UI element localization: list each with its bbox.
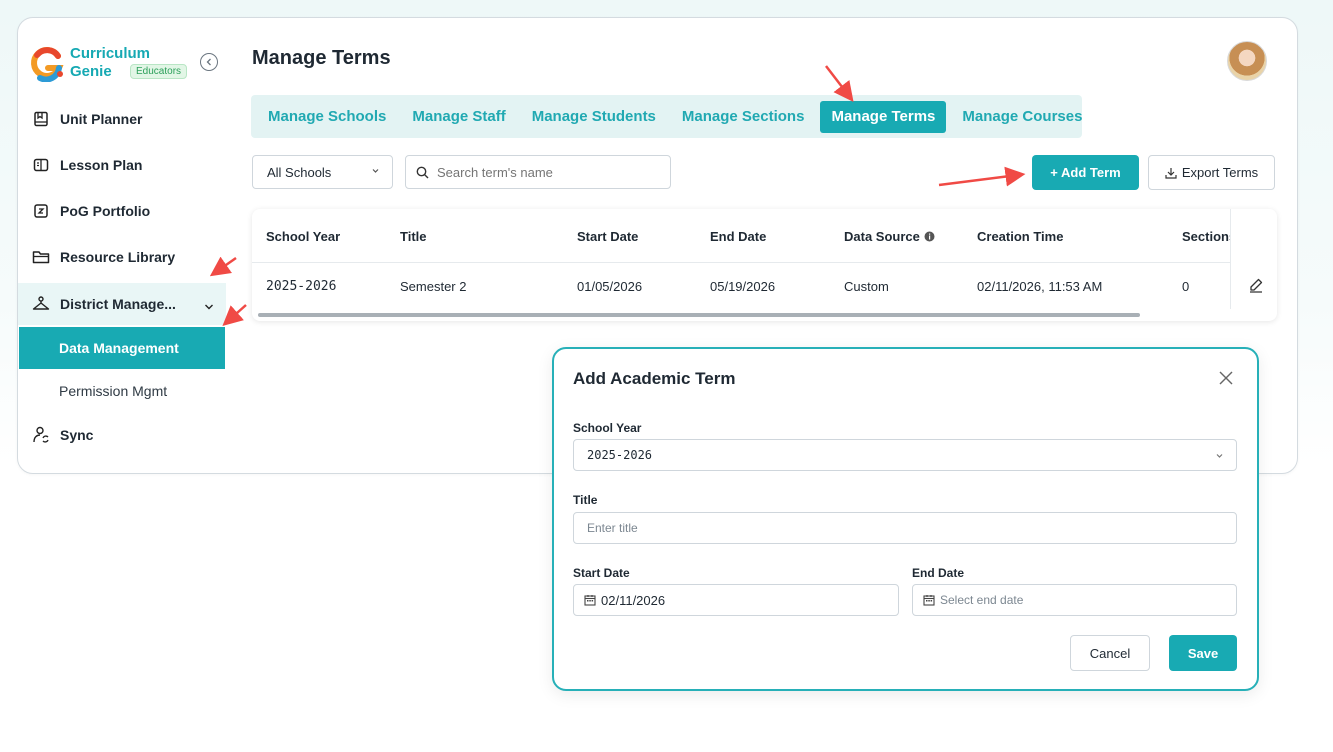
calendar-icon: [584, 594, 596, 606]
tab-manage-sections[interactable]: Manage Sections: [669, 101, 818, 133]
cancel-button[interactable]: Cancel: [1070, 635, 1150, 671]
start-date-label: Start Date: [573, 566, 630, 580]
dialog-title: Add Academic Term: [573, 369, 736, 388]
user-avatar[interactable]: [1227, 41, 1267, 81]
collapse-sidebar-button[interactable]: [200, 53, 218, 71]
column-header: Creation Time: [977, 229, 1064, 244]
close-icon[interactable]: [1218, 370, 1234, 386]
cell-start-date: 01/05/2026: [577, 279, 643, 294]
horizontal-scrollbar[interactable]: [258, 313, 1140, 317]
title-input[interactable]: Enter title: [573, 512, 1237, 544]
folder-icon: [32, 248, 50, 266]
tab-manage-courses[interactable]: Manage Courses: [949, 101, 1095, 133]
end-date-label: End Date: [912, 566, 965, 580]
sidebar-subitem-label: Permission Mgmt: [59, 383, 168, 399]
cell-creation-time: 02/11/2026, 11:53 AM: [977, 279, 1103, 294]
end-date-placeholder: Select end date: [940, 593, 1024, 607]
brand-name-line2: Genie: [70, 63, 112, 80]
sidebar-subitem-data-management[interactable]: Data Management: [19, 327, 225, 369]
cell-school-year: 2025-2026: [266, 279, 337, 294]
add-term-button[interactable]: + Add Term: [1032, 155, 1139, 190]
brand-badge: Educators: [130, 64, 188, 79]
search-input[interactable]: [435, 163, 659, 181]
action-column: [1230, 209, 1277, 309]
cell-title: Semester 2: [400, 279, 467, 294]
column-header: End Date: [710, 229, 767, 244]
sync-user-icon: [32, 426, 50, 444]
start-date-picker[interactable]: 02/11/2026: [573, 584, 899, 616]
sidebar-item-label: PoG Portfolio: [60, 203, 151, 219]
sidebar-subitem-permission-mgmt[interactable]: Permission Mgmt: [19, 370, 225, 412]
sidebar-item-label: Unit Planner: [60, 111, 143, 127]
sidebar-item-resource-library[interactable]: Resource Library: [18, 236, 226, 278]
portfolio-icon: [32, 202, 50, 220]
sidebar-item-district-management[interactable]: District Manage...: [18, 283, 226, 325]
tab-bar: Manage Schools Manage Staff Manage Stude…: [251, 95, 1082, 138]
school-filter-select[interactable]: All Schools: [252, 155, 393, 189]
school-year-value: 2025-2026: [587, 448, 653, 462]
add-term-dialog: Add Academic Term School Year 2025-2026 …: [552, 347, 1259, 691]
school-year-label: School Year: [573, 421, 642, 435]
sidebar-item-unit-planner[interactable]: Unit Planner: [18, 98, 226, 140]
tab-manage-staff[interactable]: Manage Staff: [399, 101, 518, 133]
sidebar-item-pog-portfolio[interactable]: PoG Portfolio: [18, 190, 226, 232]
lesson-icon: [32, 156, 50, 174]
search-box: [405, 155, 671, 189]
column-header: Sections: [1182, 229, 1237, 244]
end-date-picker[interactable]: Select end date: [912, 584, 1237, 616]
column-header: Data Source: [844, 229, 935, 244]
export-terms-label: Export Terms: [1181, 165, 1259, 180]
sidebar-item-label: Resource Library: [60, 249, 176, 265]
sidebar-subitem-label: Data Management: [59, 340, 179, 356]
chevron-left-icon: [206, 58, 211, 66]
tab-manage-schools[interactable]: Manage Schools: [251, 101, 399, 133]
search-icon: [416, 166, 429, 178]
download-icon: [1165, 167, 1177, 179]
export-terms-button[interactable]: Export Terms: [1148, 155, 1275, 190]
tab-manage-students[interactable]: Manage Students: [519, 101, 669, 133]
sidebar-item-label: Sync: [60, 427, 94, 443]
school-filter-value: All Schools: [267, 164, 332, 180]
edit-pencil-icon[interactable]: [1248, 277, 1264, 293]
chevron-down-icon: [1216, 454, 1223, 458]
cell-data-source: Custom: [844, 279, 889, 294]
hanger-icon: [32, 295, 50, 313]
chevron-down-icon: [372, 169, 379, 173]
column-header: Title: [400, 229, 427, 244]
title-label: Title: [573, 493, 598, 507]
sidebar-item-label: District Manage...: [60, 296, 176, 312]
chevron-down-icon: [204, 298, 214, 314]
column-header: Start Date: [577, 229, 639, 244]
terms-table: School Year Title Start Date End Date Da…: [252, 209, 1277, 321]
sidebar-item-sync[interactable]: Sync: [18, 414, 226, 456]
sidebar-item-lesson-plan[interactable]: Lesson Plan: [18, 144, 226, 186]
table-header: School Year Title Start Date End Date Da…: [252, 209, 1277, 263]
cell-sections: 0: [1182, 279, 1190, 294]
school-year-select[interactable]: 2025-2026: [573, 439, 1237, 471]
tab-manage-terms[interactable]: Manage Terms: [820, 100, 947, 133]
brand-name-line1: Curriculum: [70, 45, 151, 62]
sidebar-item-label: Lesson Plan: [60, 157, 143, 173]
info-icon[interactable]: [924, 231, 935, 242]
start-date-value: 02/11/2026: [601, 592, 666, 608]
book-icon: [32, 110, 50, 128]
save-button[interactable]: Save: [1169, 635, 1237, 671]
column-header-label: Data Source: [844, 229, 920, 244]
cell-end-date: 05/19/2026: [710, 279, 776, 294]
page-title: Manage Terms: [252, 47, 391, 69]
calendar-icon: [923, 594, 935, 606]
brand-logo: Curriculum Genie Educators: [28, 45, 228, 86]
column-header: School Year: [266, 229, 341, 244]
genie-logo-icon: [31, 47, 64, 82]
